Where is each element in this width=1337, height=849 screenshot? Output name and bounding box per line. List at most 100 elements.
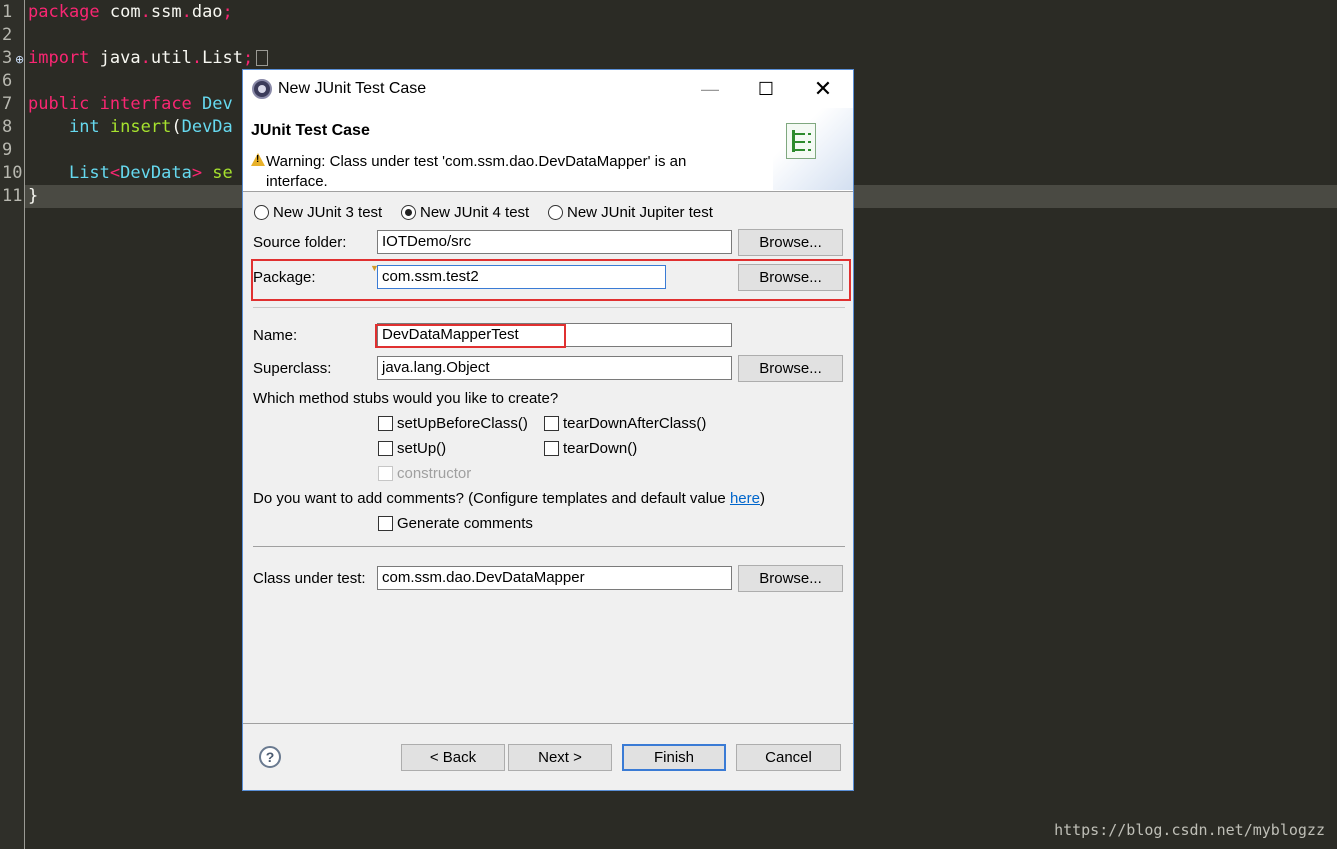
line-number: 1 [2, 2, 13, 22]
teardown-after-class-checkbox[interactable] [544, 416, 559, 431]
code-line-10: List<DevData> se [28, 162, 233, 185]
keyword: public [28, 94, 90, 114]
source-folder-label: Source folder: [253, 234, 347, 251]
window-title: New JUnit Test Case [278, 80, 427, 97]
keyword: interface [99, 94, 192, 114]
junit4-label[interactable]: New JUnit 4 test [420, 204, 529, 221]
type-name: DevDa [181, 117, 233, 137]
setup-label[interactable]: setUp() [397, 440, 446, 457]
code-line-7: public interface Dev [28, 93, 233, 116]
name-highlight-box [375, 324, 566, 348]
line-number: 2 [2, 25, 13, 45]
code-token: dao [191, 2, 223, 22]
junit-wizard-icon [786, 123, 816, 159]
finish-button[interactable]: Finish [622, 744, 726, 771]
comments-question-text: Do you want to add comments? (Configure … [253, 490, 730, 507]
package-label: Package: [253, 269, 316, 286]
setup-before-class-label[interactable]: setUpBeforeClass() [397, 415, 528, 432]
line-number: 10 [2, 163, 22, 183]
teardown-label[interactable]: tearDown() [563, 440, 637, 457]
watermark: https://blog.csdn.net/myblogzz [1054, 821, 1325, 839]
configure-templates-link[interactable]: here [730, 490, 760, 507]
setup-checkbox[interactable] [378, 441, 393, 456]
code-token: . [191, 48, 203, 68]
generate-comments-label[interactable]: Generate comments [397, 515, 533, 532]
method-name: se [202, 163, 233, 183]
keyword: int [68, 117, 100, 137]
code-token: ( [171, 117, 182, 137]
code-line-1: package com.ssm.dao; [28, 1, 233, 24]
line-number: 6 [2, 71, 13, 91]
type-name: Dev [202, 94, 233, 114]
teardown-after-class-label[interactable]: tearDownAfterClass() [563, 415, 706, 432]
code-token: . [181, 2, 192, 22]
warning-message: Warning: Class under test 'com.ssm.dao.D… [266, 153, 687, 190]
class-under-test-browse-button[interactable]: Browse... [738, 565, 843, 592]
type-name: List [68, 163, 110, 183]
superclass-browse-button[interactable]: Browse... [738, 355, 843, 382]
wizard-header: JUnit Test Case Warning: Class under tes… [243, 108, 853, 192]
code-token: < [109, 163, 121, 183]
keyword: package [28, 2, 100, 22]
source-folder-input[interactable]: IOTDemo/src [377, 230, 732, 254]
type-name: DevData [120, 163, 192, 183]
close-button[interactable]: ✕ [800, 70, 846, 108]
fold-expand-icon[interactable]: ⊕ [15, 53, 24, 66]
code-token: com [99, 2, 141, 22]
generate-comments-checkbox[interactable] [378, 516, 393, 531]
code-token: util [150, 48, 192, 68]
constructor-checkbox [378, 466, 393, 481]
line-number: 9 [2, 140, 13, 160]
next-button[interactable]: Next > [508, 744, 612, 771]
superclass-label: Superclass: [253, 360, 332, 377]
line-number-gutter: 1 2 3 6 7 8 9 10 11 [0, 0, 25, 849]
code-token: . [140, 48, 151, 68]
teardown-checkbox[interactable] [544, 441, 559, 456]
line-number: 8 [2, 117, 13, 137]
superclass-input[interactable]: java.lang.Object [377, 356, 732, 380]
title-bar[interactable]: New JUnit Test Case — ☐ ✕ [243, 70, 853, 108]
separator [253, 546, 845, 547]
separator [253, 307, 845, 308]
class-under-test-input[interactable]: com.ssm.dao.DevDataMapper [377, 566, 732, 590]
wizard-title: JUnit Test Case [251, 122, 370, 139]
line-number: 7 [2, 94, 13, 114]
code-line-11: } [28, 185, 38, 208]
button-bar-separator [243, 723, 853, 724]
method-name: insert [109, 117, 172, 137]
code-token: ; [222, 2, 233, 22]
method-stubs-question: Which method stubs would you like to cre… [253, 390, 559, 407]
code-token: List [202, 48, 244, 68]
code-line-8: int insert(DevDa [28, 116, 233, 139]
back-button[interactable]: < Back [401, 744, 505, 771]
package-browse-button[interactable]: Browse... [738, 264, 843, 291]
code-token: . [140, 2, 151, 22]
keyword: import [28, 48, 90, 68]
collapsed-imports-icon[interactable] [256, 50, 269, 66]
name-label: Name: [253, 327, 298, 344]
package-input[interactable]: com.ssm.test2 [377, 265, 666, 289]
code-token: ; [243, 48, 254, 68]
maximize-button[interactable]: ☐ [743, 70, 789, 108]
setup-before-class-checkbox[interactable] [378, 416, 393, 431]
junit-jupiter-radio[interactable] [548, 205, 563, 220]
comments-question-close: ) [759, 490, 765, 507]
junit-jupiter-label[interactable]: New JUnit Jupiter test [567, 204, 713, 221]
junit4-radio[interactable] [401, 205, 416, 220]
warning-icon [251, 153, 265, 166]
junit3-label[interactable]: New JUnit 3 test [273, 204, 382, 221]
eclipse-icon [252, 79, 272, 99]
source-folder-browse-button[interactable]: Browse... [738, 229, 843, 256]
constructor-label: constructor [397, 465, 472, 482]
code-token: ssm [150, 2, 182, 22]
code-token: } [28, 186, 39, 206]
junit3-radio[interactable] [254, 205, 269, 220]
minimize-button[interactable]: — [687, 70, 733, 108]
help-icon[interactable]: ? [259, 746, 281, 768]
code-token: java [89, 48, 141, 68]
cancel-button[interactable]: Cancel [736, 744, 841, 771]
